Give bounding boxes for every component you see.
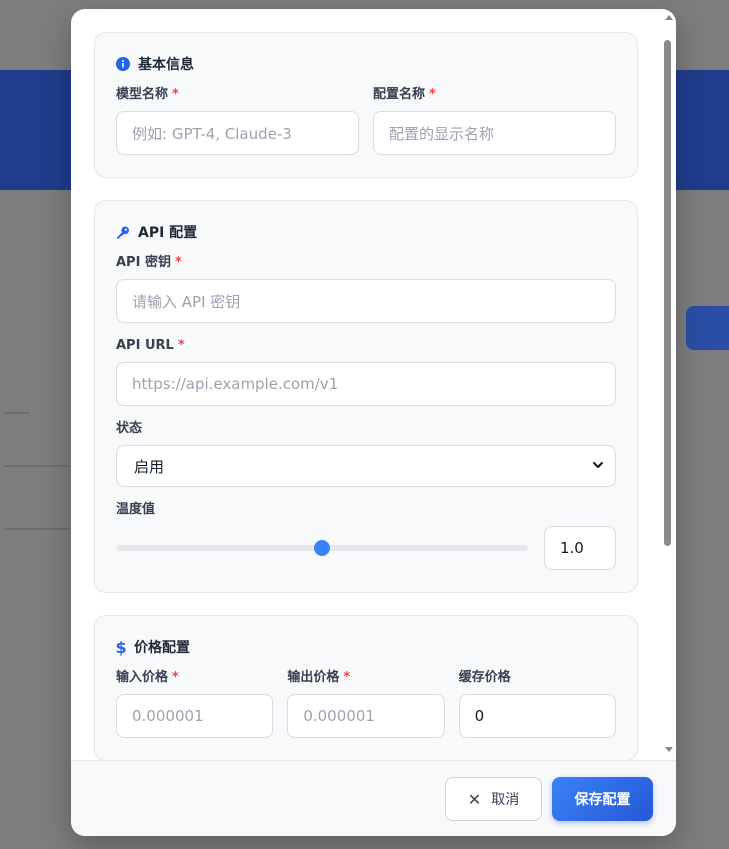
dialog-footer: ✕ 取消 保存配置 (71, 760, 676, 836)
input-price-input[interactable]: 0.000001 (116, 694, 274, 738)
temperature-slider[interactable] (116, 540, 528, 556)
required-mark: * (174, 255, 182, 270)
dialog-scroll-area[interactable]: 基本信息 模型名称 * 例如: GPT-4, Claude-3 配置名称 * 配置的… (71, 9, 676, 760)
key-icon (116, 225, 130, 239)
section-title-text: 基本信息 (138, 57, 194, 73)
section-title-text: API 配置 (138, 225, 198, 241)
chevron-down-icon (592, 457, 604, 475)
api-config-section: API 配置 API 密钥 * 请输入 API 密钥 API URL * https… (94, 200, 638, 593)
status-select[interactable]: 启用 (116, 445, 616, 487)
status-select-value: 启用 (134, 457, 165, 476)
save-config-button[interactable]: 保存配置 (552, 777, 653, 821)
api-url-input[interactable]: https://api.example.com/v1 (116, 362, 616, 406)
output-price-label: 输出价格 * (287, 670, 351, 685)
background-line (4, 528, 70, 530)
background-button (686, 306, 729, 350)
input-price-label: 输入价格 * (116, 670, 179, 685)
config-name-input[interactable]: 配置的显示名称 (373, 111, 616, 155)
output-price-input[interactable]: 0.000001 (287, 694, 445, 738)
cache-price-input[interactable]: 0 (458, 694, 616, 738)
dollar-icon: $ (115, 637, 127, 657)
dialog-scrollbar[interactable] (662, 9, 676, 760)
cancel-button[interactable]: ✕ 取消 (445, 777, 542, 821)
model-config-dialog: 基本信息 模型名称 * 例如: GPT-4, Claude-3 配置名称 * 配置的… (71, 9, 676, 836)
api-url-label: API URL * (116, 338, 185, 353)
scroll-down-icon[interactable] (665, 747, 673, 752)
status-label: 状态 (116, 421, 143, 436)
section-title: $ 价格配置 (115, 637, 616, 657)
price-config-section: $ 价格配置 输入价格 * 0.000001 输出价格 * 0.000001 缓存价… (94, 615, 638, 760)
close-icon: ✕ (467, 789, 482, 809)
section-title: API 配置 (116, 222, 616, 242)
section-title-text: 价格配置 (134, 640, 190, 656)
info-circle-icon (116, 57, 130, 71)
api-key-input[interactable]: 请输入 API 密钥 (116, 279, 616, 323)
temperature-slider-thumb[interactable] (314, 540, 330, 556)
required-mark: * (177, 338, 185, 353)
cache-price-label: 缓存价格 (458, 670, 511, 685)
basic-info-section: 基本信息 模型名称 * 例如: GPT-4, Claude-3 配置名称 * 配置的… (94, 32, 638, 178)
temperature-value-input[interactable]: 1.0 (544, 526, 616, 570)
background-line (4, 412, 30, 414)
background-line (4, 465, 70, 467)
temperature-label: 温度值 (116, 502, 156, 517)
required-mark: * (343, 670, 351, 685)
required-mark: * (172, 670, 179, 685)
config-name-label: 配置名称 * (373, 87, 436, 102)
section-title: 基本信息 (116, 54, 616, 74)
required-mark: * (172, 87, 179, 102)
api-key-label: API 密钥 * (116, 255, 182, 270)
required-mark: * (429, 87, 436, 102)
scroll-up-icon[interactable] (665, 15, 673, 20)
model-name-label: 模型名称 * (116, 87, 179, 102)
model-name-input[interactable]: 例如: GPT-4, Claude-3 (116, 111, 359, 155)
scrollbar-thumb[interactable] (664, 40, 671, 546)
cancel-button-label: 取消 (491, 792, 520, 808)
